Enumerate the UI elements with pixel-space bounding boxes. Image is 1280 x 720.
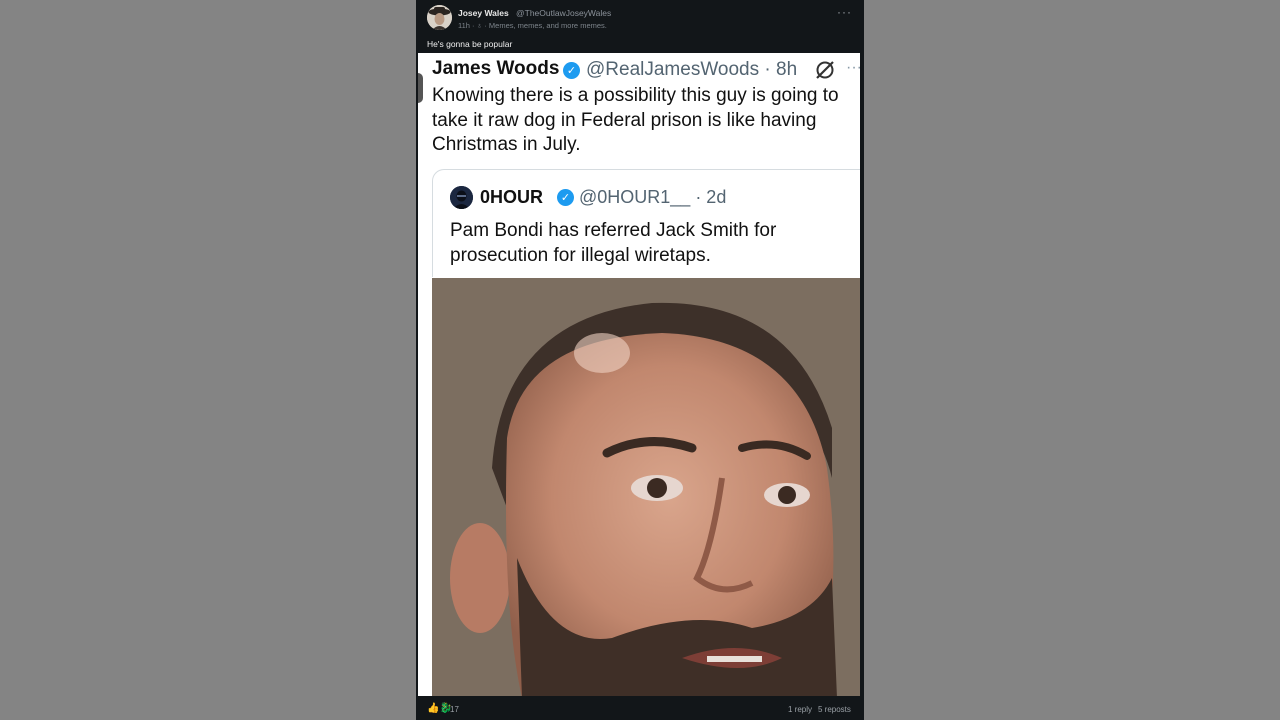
quoted-author-name: 0HOUR <box>480 187 544 207</box>
tweet-author-handle: @RealJamesWoods · 8h <box>586 59 798 80</box>
post-footer: 👍🐉 17 1 reply 5 reposts <box>416 698 864 720</box>
replies-link[interactable]: 1 reply <box>788 705 812 714</box>
more-options-button[interactable]: ··· <box>837 5 852 19</box>
quoted-tweet: 0HOUR ✓ @0HOUR1__ · 2d Pam Bondi has ref… <box>432 169 860 277</box>
reactions-icon[interactable]: 👍🐉 <box>427 703 452 714</box>
grok-icon <box>816 61 834 79</box>
social-post-card: Josey Wales @TheOutlawJoseyWales 11h · ♁… <box>416 0 864 720</box>
author-handle[interactable]: @TheOutlawJoseyWales <box>516 8 611 18</box>
author-name[interactable]: Josey Wales <box>458 8 509 18</box>
image-edge <box>418 73 423 103</box>
avatar-icon <box>427 5 452 30</box>
quoted-author-handle: @0HOUR1__ · 2d <box>579 187 727 207</box>
quoted-photo <box>432 278 860 696</box>
author-avatar[interactable] <box>427 5 452 30</box>
post-caption: He's gonna be popular <box>427 39 513 49</box>
tweet-text: Knowing there is a possibility this guy … <box>432 85 839 155</box>
post-image[interactable]: James Woods ✓ @RealJamesWoods · 8h ··· K… <box>418 53 860 696</box>
quoted-avatar <box>450 186 473 209</box>
reaction-count: 17 <box>450 705 459 714</box>
post-meta: 11h · ♁ · Memes, memes, and more memes. <box>458 21 607 30</box>
verified-badge-icon: ✓ <box>563 62 580 79</box>
quoted-avatar-icon <box>450 186 473 209</box>
quoted-text: Pam Bondi has referred Jack Smith for pr… <box>450 220 777 266</box>
quoted-verified-badge-icon: ✓ <box>557 189 574 206</box>
reposts-link[interactable]: 5 reposts <box>818 705 851 714</box>
tweet-more-icon: ··· <box>846 59 860 76</box>
post-header: Josey Wales @TheOutlawJoseyWales 11h · ♁… <box>416 0 864 36</box>
tweet-author-name: James Woods <box>432 58 560 79</box>
portrait-illustration <box>432 278 860 696</box>
